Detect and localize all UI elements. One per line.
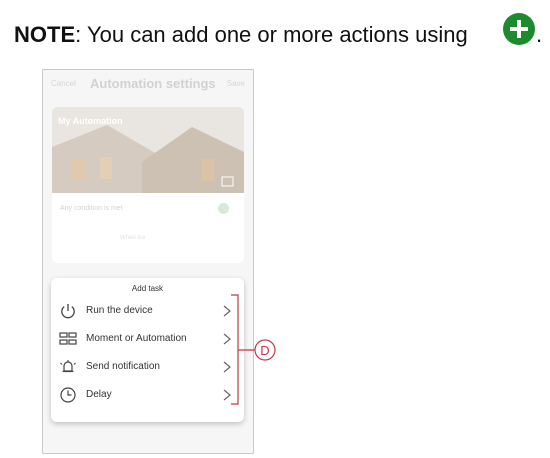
callout-label: D <box>260 343 269 358</box>
callout-bracket <box>231 294 239 405</box>
callout-overlay: D <box>231 294 276 405</box>
